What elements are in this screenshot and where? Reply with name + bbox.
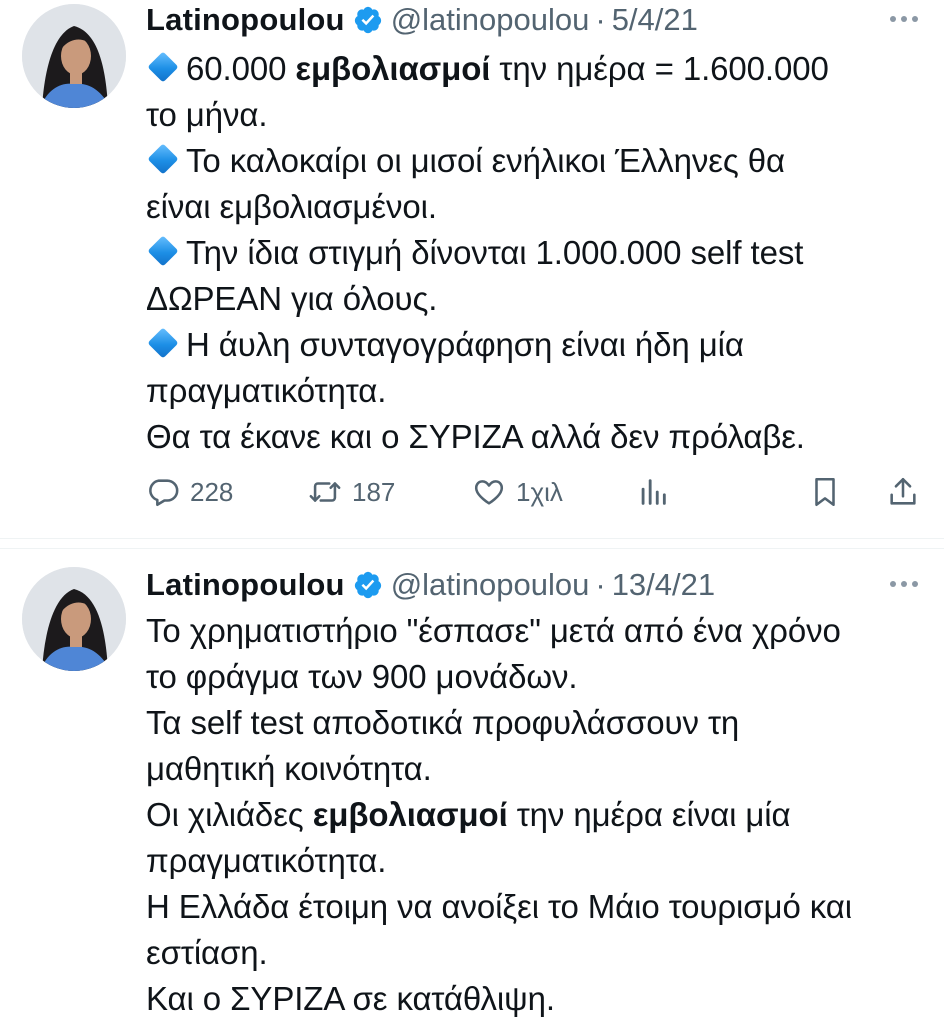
bold-word: εμβολιασμοί — [295, 50, 491, 87]
retweet-icon — [309, 482, 341, 502]
tweet-line: Η Ελλάδα έτοιμη να ανοίξει το Μάιο τουρι… — [146, 888, 852, 925]
separator-dot: · — [595, 2, 606, 37]
tweet-1[interactable]: Latinopoulou @latinopoulou · 5/4/21 60.0… — [0, 0, 944, 539]
author-handle[interactable]: @latinopoulou — [391, 567, 590, 603]
blue-diamond-emoji-icon — [147, 143, 179, 175]
verified-badge-icon — [353, 570, 383, 600]
tweet-line: Οι χιλιάδες εμβολιασμοί την ημέρα είναι … — [146, 796, 791, 833]
tweet-line: μαθητική κοινότητα. — [146, 750, 432, 787]
reply-count: 228 — [190, 476, 234, 507]
bold-word: εμβολιασμοί — [312, 796, 508, 833]
more-options-icon[interactable] — [884, 569, 924, 599]
views-button[interactable] — [636, 466, 670, 518]
blue-diamond-emoji-icon — [147, 327, 179, 359]
tweet-header: Latinopoulou @latinopoulou · 13/4/21 — [146, 565, 924, 605]
tweet-line: πραγματικότητα. — [146, 372, 387, 409]
views-chart-icon — [641, 479, 666, 505]
tweet-line: Θα τα έκανε και ο ΣΥΡΙΖΑ αλλά δεν πρόλαβ… — [146, 418, 805, 455]
verified-badge-icon — [353, 5, 383, 35]
tweet-actions: 228 187 1χιλ — [146, 466, 924, 518]
author-name[interactable]: Latinopoulou — [146, 2, 345, 38]
tweet-date[interactable]: 13/4/21 — [612, 567, 715, 603]
bookmark-icon — [815, 477, 835, 507]
retweet-button[interactable]: 187 — [308, 466, 395, 518]
share-button[interactable] — [886, 466, 920, 518]
tweet-line: Την ίδια στιγμή δίνονται 1.000.000 self … — [146, 230, 924, 276]
tweet-line: εστίαση. — [146, 934, 268, 971]
more-options-icon[interactable] — [884, 4, 924, 34]
avatar[interactable] — [22, 4, 126, 108]
reply-icon — [149, 479, 179, 507]
tweet-line: πραγματικότητα. — [146, 842, 387, 879]
heart-icon — [474, 480, 504, 505]
tweet-line: ΔΩΡΕΑΝ για όλους. — [146, 280, 438, 317]
tweet-line: είναι εμβολιασμένοι. — [146, 188, 437, 225]
like-count: 1χιλ — [516, 476, 563, 507]
blue-diamond-emoji-icon — [147, 51, 179, 83]
share-icon — [890, 477, 916, 505]
tweet-line: το φράγμα των 900 μονάδων. — [146, 658, 578, 695]
avatar[interactable] — [22, 567, 126, 671]
retweet-count: 187 — [352, 476, 396, 507]
author-handle[interactable]: @latinopoulou — [391, 2, 590, 38]
like-button[interactable]: 1χιλ — [472, 466, 563, 518]
tweet-header: Latinopoulou @latinopoulou · 5/4/21 — [146, 0, 924, 40]
tweet-line: Τα self test αποδοτικά προφυλάσσουν τη — [146, 704, 740, 741]
tweet-line: Και ο ΣΥΡΙΖΑ σε κατάθλιψη. — [146, 980, 555, 1017]
avatar-photo-icon — [22, 4, 126, 108]
tweet-text: 60.000 εμβολιασμοί την ημέρα = 1.600.000… — [146, 46, 924, 460]
tweet-line: Το χρηματιστήριο "έσπασε" μετά από ένα χ… — [146, 612, 841, 649]
tweet-line: 60.000 εμβολιασμοί την ημέρα = 1.600.000 — [146, 46, 924, 92]
reply-button[interactable]: 228 — [146, 466, 233, 518]
avatar-photo-icon — [22, 567, 126, 671]
separator-dot: · — [595, 567, 606, 602]
tweet-line: Το καλοκαίρι οι μισοί ενήλικοι Έλληνες θ… — [146, 138, 924, 184]
blue-diamond-emoji-icon — [147, 235, 179, 267]
tweet-line: το μήνα. — [146, 96, 268, 133]
tweet-date[interactable]: 5/4/21 — [612, 2, 698, 38]
bookmark-button[interactable] — [808, 466, 842, 518]
tweet-line: Η άυλη συνταγογράφηση είναι ήδη μία — [146, 322, 924, 368]
author-name[interactable]: Latinopoulou — [146, 567, 345, 603]
tweet-text: Το χρηματιστήριο "έσπασε" μετά από ένα χ… — [146, 608, 924, 1022]
